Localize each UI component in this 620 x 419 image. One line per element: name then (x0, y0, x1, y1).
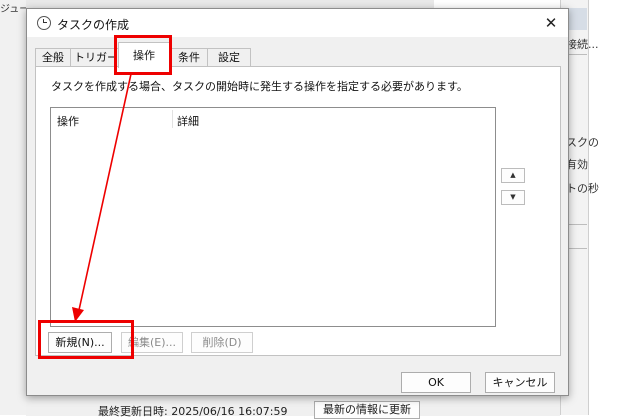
arrow-line (78, 73, 132, 311)
arrow-head (72, 307, 84, 322)
annotation-arrow (72, 73, 132, 322)
